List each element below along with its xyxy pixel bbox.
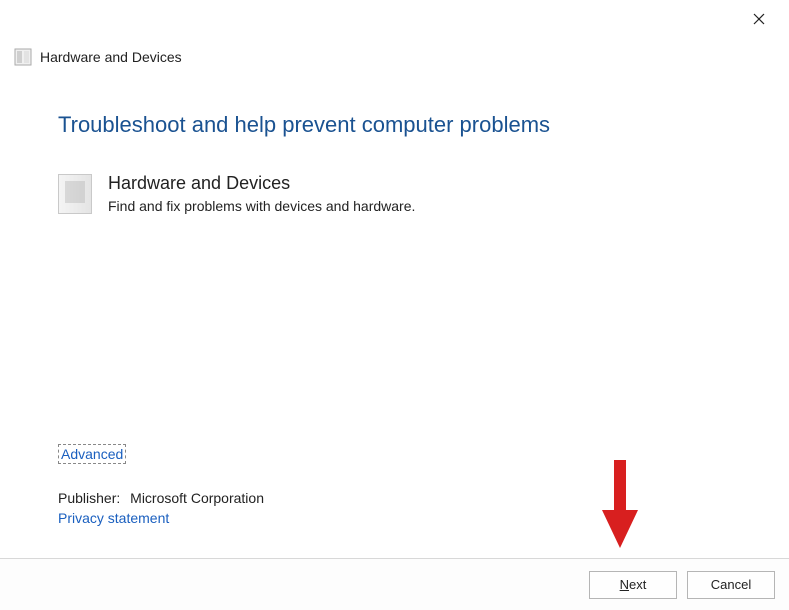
- next-button[interactable]: Next: [589, 571, 677, 599]
- troubleshooter-icon: [14, 48, 32, 66]
- window-title: Hardware and Devices: [40, 49, 182, 65]
- publisher-row: Publisher: Microsoft Corporation: [58, 490, 731, 506]
- page-title: Troubleshoot and help prevent computer p…: [58, 112, 731, 138]
- next-button-label: ext: [629, 577, 646, 592]
- footer-button-bar: Next Cancel: [0, 558, 789, 610]
- close-icon: [753, 13, 765, 25]
- troubleshooter-text: Hardware and Devices Find and fix proble…: [108, 172, 415, 217]
- titlebar: [0, 0, 789, 38]
- content-area: Troubleshoot and help prevent computer p…: [0, 72, 789, 217]
- troubleshooter-description: Find and fix problems with devices and h…: [108, 197, 415, 217]
- close-button[interactable]: [739, 4, 779, 34]
- hardware-icon: [58, 174, 92, 214]
- advanced-link[interactable]: Advanced: [58, 444, 126, 464]
- publisher-label: Publisher:: [58, 490, 120, 506]
- cancel-button[interactable]: Cancel: [687, 571, 775, 599]
- next-button-accelerator: N: [620, 577, 629, 592]
- window-header: Hardware and Devices: [0, 38, 789, 72]
- privacy-statement-link[interactable]: Privacy statement: [58, 510, 169, 526]
- publisher-name: Microsoft Corporation: [130, 490, 264, 506]
- lower-links: Advanced Publisher: Microsoft Corporatio…: [58, 444, 731, 528]
- troubleshooter-item: Hardware and Devices Find and fix proble…: [58, 172, 731, 217]
- troubleshooter-title: Hardware and Devices: [108, 172, 415, 195]
